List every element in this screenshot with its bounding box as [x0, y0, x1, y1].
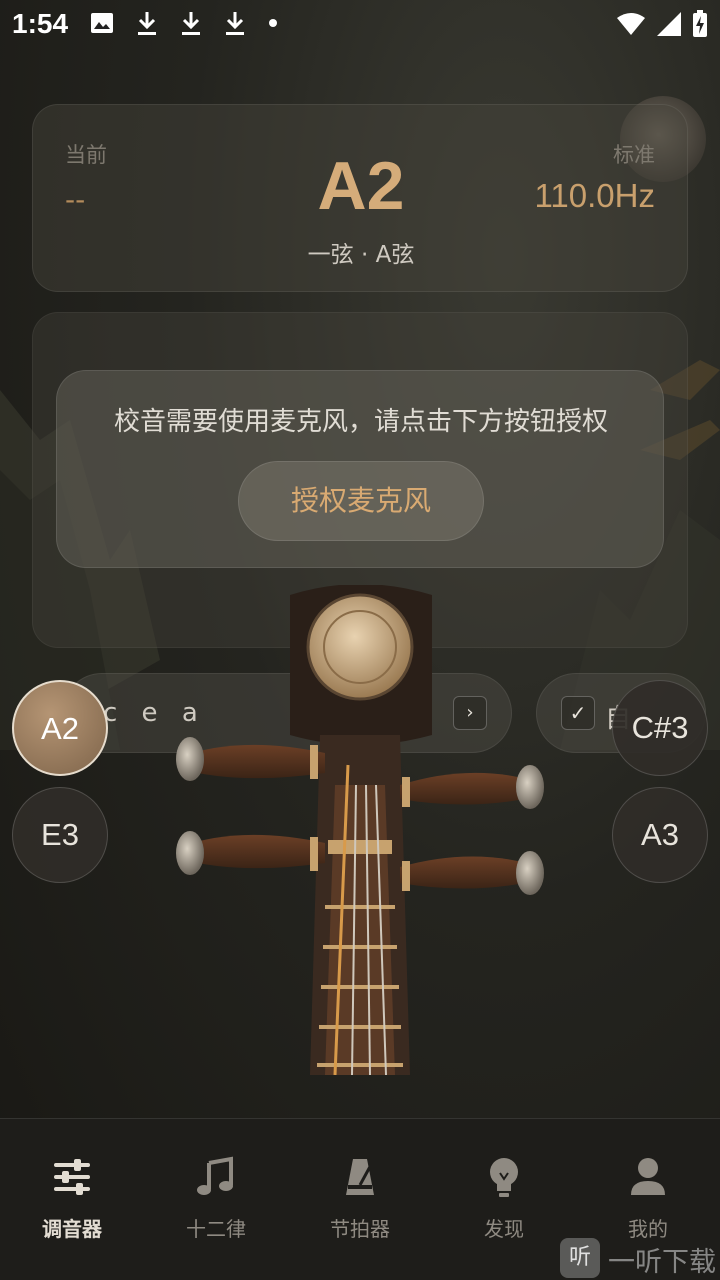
nav-twelve-tones-label: 十二律	[186, 1217, 246, 1241]
nav-metronome[interactable]: 节拍器	[288, 1155, 432, 1255]
nav-tuner[interactable]: 调音器	[0, 1155, 144, 1255]
auto-checkbox[interactable]: ✓	[561, 696, 595, 730]
string-button-a3[interactable]: A3	[612, 787, 708, 883]
download-icon	[138, 12, 156, 35]
wifi-icon	[617, 13, 645, 35]
download-icon	[226, 12, 244, 35]
nav-twelve-tones[interactable]: 十二律	[144, 1155, 288, 1255]
nav-tuner-label: 调音器	[42, 1217, 102, 1241]
status-time: 1:54	[12, 8, 69, 39]
pitch-info-card: 当前 -- 标准 110.0Hz A2 一弦 · A弦	[32, 104, 688, 292]
image-icon	[91, 13, 113, 33]
nav-discover[interactable]: 发现	[432, 1155, 576, 1255]
nav-discover-label: 发现	[484, 1217, 524, 1241]
status-bar: 1:54	[0, 0, 720, 48]
watermark-logo: 听	[560, 1238, 600, 1278]
battery-charging-icon	[693, 10, 707, 37]
string-button-csharp3[interactable]: C#3	[612, 680, 708, 776]
string-name: 一弦 · A弦	[307, 242, 415, 268]
string-button-e3[interactable]: E3	[12, 787, 108, 883]
mic-permission-prompt: 校音需要使用麦克风，请点击下方按钮授权 授权麦克风	[56, 370, 664, 568]
watermark-text: 一听下载	[608, 1247, 716, 1278]
download-icon	[182, 12, 200, 35]
mic-permission-message: 校音需要使用麦克风，请点击下方按钮授权	[113, 407, 608, 437]
lightbulb-icon	[490, 1158, 518, 1197]
watermark: 听 一听下载	[560, 1236, 720, 1280]
pipa-headstock-image	[176, 585, 544, 1075]
authorize-mic-button[interactable]: 授权麦克风	[238, 461, 484, 541]
signal-icon	[657, 12, 681, 36]
metronome-icon	[346, 1159, 374, 1195]
dot-icon	[269, 19, 277, 27]
target-note: A2	[317, 148, 405, 224]
nav-metronome-label: 节拍器	[330, 1217, 390, 1241]
person-icon	[631, 1158, 665, 1195]
string-button-a2[interactable]: A2	[12, 680, 108, 776]
music-note-icon	[197, 1156, 233, 1195]
tuner-sliders-icon	[54, 1159, 90, 1195]
